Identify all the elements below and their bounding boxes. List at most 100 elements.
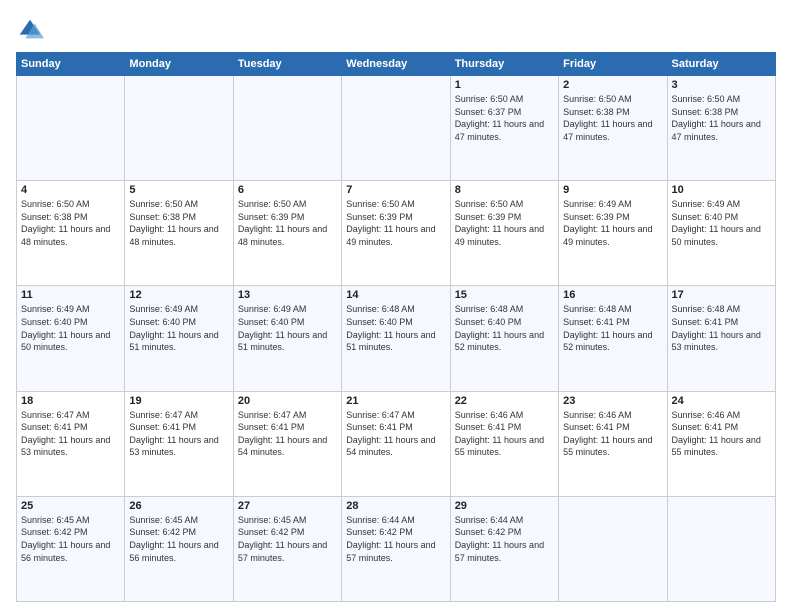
- calendar-week-row: 18 Sunrise: 6:47 AM Sunset: 6:41 PM Dayli…: [17, 391, 776, 496]
- day-number: 19: [129, 395, 228, 407]
- day-number: 1: [455, 79, 554, 91]
- day-number: 3: [672, 79, 771, 91]
- day-number: 7: [346, 184, 445, 196]
- calendar-day-cell: 25Sunrise: 6:45 AM Sunset: 6:42 PM Dayli…: [17, 496, 125, 601]
- day-info: Sunrise: 6:49 AM Sunset: 6:40 PM Dayligh…: [21, 303, 120, 353]
- header-thursday: Thursday: [450, 53, 558, 76]
- day-number: 28: [346, 500, 445, 512]
- calendar-week-row: 25 Sunrise: 6:45 AM Sunset: 6:42 PM Dayli…: [17, 496, 776, 601]
- calendar-day-cell: 1 Sunrise: 6:50 AM Sunset: 6:37 PM Daylig…: [450, 76, 558, 181]
- day-info: Sunrise: 6:48 AM Sunset: 6:41 PM Dayligh…: [672, 303, 771, 353]
- calendar-day-cell: 7 Sunrise: 6:50 AM Sunset: 6:39 PM Daylig…: [342, 181, 450, 286]
- day-info: Sunrise: 6:47 AM Sunset: 6:41 PM Dayligh…: [129, 409, 228, 459]
- calendar-day-cell: 19 Sunrise: 6:47 AM Sunset: 6:41 PM Dayli…: [125, 391, 233, 496]
- calendar-header: SundayMondayTuesdayWednesdayThursdayFrid…: [17, 53, 776, 76]
- calendar-day-cell: 2 Sunrise: 6:50 AM Sunset: 6:38 PM Daylig…: [559, 76, 667, 181]
- calendar-day-cell: 9Sunrise: 6:49 AM Sunset: 6:39 PM Daylig…: [559, 181, 667, 286]
- calendar-day-cell: 24Sunrise: 6:46 AM Sunset: 6:41 PM Dayli…: [667, 391, 775, 496]
- day-info: Sunrise: 6:45 AM Sunset: 6:42 PM Dayligh…: [238, 514, 337, 564]
- day-info: Sunrise: 6:44 AM Sunset: 6:42 PM Dayligh…: [455, 514, 554, 564]
- calendar-day-cell: 27 Sunrise: 6:45 AM Sunset: 6:42 PM Dayli…: [233, 496, 341, 601]
- day-number: 21: [346, 395, 445, 407]
- day-number: 14: [346, 289, 445, 301]
- calendar-week-row: 11 Sunrise: 6:49 AM Sunset: 6:40 PM Dayli…: [17, 286, 776, 391]
- calendar-day-cell: 20 Sunrise: 6:47 AM Sunset: 6:41 PM Dayli…: [233, 391, 341, 496]
- day-info: Sunrise: 6:50 AM Sunset: 6:38 PM Dayligh…: [563, 93, 662, 143]
- calendar-day-cell: 23 Sunrise: 6:46 AM Sunset: 6:41 PM Dayli…: [559, 391, 667, 496]
- header-tuesday: Tuesday: [233, 53, 341, 76]
- day-number: 17: [672, 289, 771, 301]
- day-number: 8: [455, 184, 554, 196]
- calendar-day-cell: 14 Sunrise: 6:48 AM Sunset: 6:40 PM Dayli…: [342, 286, 450, 391]
- calendar-day-cell: [342, 76, 450, 181]
- calendar-day-cell: 12 Sunrise: 6:49 AM Sunset: 6:40 PM Dayli…: [125, 286, 233, 391]
- day-number: 10: [672, 184, 771, 196]
- calendar-day-cell: 17 Sunrise: 6:48 AM Sunset: 6:41 PM Dayli…: [667, 286, 775, 391]
- calendar-day-cell: 15Sunrise: 6:48 AM Sunset: 6:40 PM Dayli…: [450, 286, 558, 391]
- day-info: Sunrise: 6:50 AM Sunset: 6:39 PM Dayligh…: [346, 198, 445, 248]
- calendar-day-cell: [667, 496, 775, 601]
- day-info: Sunrise: 6:49 AM Sunset: 6:40 PM Dayligh…: [129, 303, 228, 353]
- day-number: 18: [21, 395, 120, 407]
- day-info: Sunrise: 6:50 AM Sunset: 6:39 PM Dayligh…: [455, 198, 554, 248]
- day-number: 27: [238, 500, 337, 512]
- calendar-week-row: 4 Sunrise: 6:50 AM Sunset: 6:38 PM Daylig…: [17, 181, 776, 286]
- calendar-day-cell: [559, 496, 667, 601]
- day-info: Sunrise: 6:49 AM Sunset: 6:39 PM Dayligh…: [563, 198, 662, 248]
- day-info: Sunrise: 6:46 AM Sunset: 6:41 PM Dayligh…: [563, 409, 662, 459]
- day-number: 25: [21, 500, 120, 512]
- logo: [16, 16, 48, 44]
- calendar-day-cell: [233, 76, 341, 181]
- day-info: Sunrise: 6:50 AM Sunset: 6:38 PM Dayligh…: [21, 198, 120, 248]
- calendar-day-cell: 5 Sunrise: 6:50 AM Sunset: 6:38 PM Daylig…: [125, 181, 233, 286]
- day-info: Sunrise: 6:44 AM Sunset: 6:42 PM Dayligh…: [346, 514, 445, 564]
- day-number: 2: [563, 79, 662, 91]
- day-info: Sunrise: 6:48 AM Sunset: 6:40 PM Dayligh…: [346, 303, 445, 353]
- calendar-day-cell: 18Sunrise: 6:47 AM Sunset: 6:41 PM Dayli…: [17, 391, 125, 496]
- day-number: 4: [21, 184, 120, 196]
- day-number: 15: [455, 289, 554, 301]
- calendar-week-row: 1 Sunrise: 6:50 AM Sunset: 6:37 PM Daylig…: [17, 76, 776, 181]
- calendar-day-cell: [125, 76, 233, 181]
- day-number: 5: [129, 184, 228, 196]
- logo-icon: [16, 16, 44, 44]
- calendar-day-cell: 3 Sunrise: 6:50 AM Sunset: 6:38 PM Daylig…: [667, 76, 775, 181]
- header-sunday: Sunday: [17, 53, 125, 76]
- day-number: 16: [563, 289, 662, 301]
- day-number: 11: [21, 289, 120, 301]
- calendar-day-cell: 13 Sunrise: 6:49 AM Sunset: 6:40 PM Dayli…: [233, 286, 341, 391]
- day-info: Sunrise: 6:49 AM Sunset: 6:40 PM Dayligh…: [672, 198, 771, 248]
- day-info: Sunrise: 6:50 AM Sunset: 6:38 PM Dayligh…: [672, 93, 771, 143]
- day-info: Sunrise: 6:47 AM Sunset: 6:41 PM Dayligh…: [238, 409, 337, 459]
- calendar-day-cell: 6 Sunrise: 6:50 AM Sunset: 6:39 PM Daylig…: [233, 181, 341, 286]
- header: [16, 16, 776, 44]
- calendar-day-cell: 22 Sunrise: 6:46 AM Sunset: 6:41 PM Dayli…: [450, 391, 558, 496]
- calendar-day-cell: 4 Sunrise: 6:50 AM Sunset: 6:38 PM Daylig…: [17, 181, 125, 286]
- header-wednesday: Wednesday: [342, 53, 450, 76]
- day-number: 12: [129, 289, 228, 301]
- header-monday: Monday: [125, 53, 233, 76]
- day-info: Sunrise: 6:48 AM Sunset: 6:41 PM Dayligh…: [563, 303, 662, 353]
- day-number: 24: [672, 395, 771, 407]
- day-info: Sunrise: 6:46 AM Sunset: 6:41 PM Dayligh…: [455, 409, 554, 459]
- day-number: 22: [455, 395, 554, 407]
- day-number: 29: [455, 500, 554, 512]
- day-info: Sunrise: 6:50 AM Sunset: 6:37 PM Dayligh…: [455, 93, 554, 143]
- calendar-day-cell: 29 Sunrise: 6:44 AM Sunset: 6:42 PM Dayli…: [450, 496, 558, 601]
- day-number: 23: [563, 395, 662, 407]
- day-info: Sunrise: 6:50 AM Sunset: 6:38 PM Dayligh…: [129, 198, 228, 248]
- calendar-day-cell: 8 Sunrise: 6:50 AM Sunset: 6:39 PM Daylig…: [450, 181, 558, 286]
- calendar-table: SundayMondayTuesdayWednesdayThursdayFrid…: [16, 52, 776, 602]
- header-saturday: Saturday: [667, 53, 775, 76]
- day-info: Sunrise: 6:47 AM Sunset: 6:41 PM Dayligh…: [346, 409, 445, 459]
- header-row: SundayMondayTuesdayWednesdayThursdayFrid…: [17, 53, 776, 76]
- day-info: Sunrise: 6:45 AM Sunset: 6:42 PM Dayligh…: [129, 514, 228, 564]
- day-info: Sunrise: 6:50 AM Sunset: 6:39 PM Dayligh…: [238, 198, 337, 248]
- day-number: 6: [238, 184, 337, 196]
- day-number: 13: [238, 289, 337, 301]
- day-number: 20: [238, 395, 337, 407]
- calendar-day-cell: 28 Sunrise: 6:44 AM Sunset: 6:42 PM Dayli…: [342, 496, 450, 601]
- header-friday: Friday: [559, 53, 667, 76]
- day-info: Sunrise: 6:49 AM Sunset: 6:40 PM Dayligh…: [238, 303, 337, 353]
- day-number: 26: [129, 500, 228, 512]
